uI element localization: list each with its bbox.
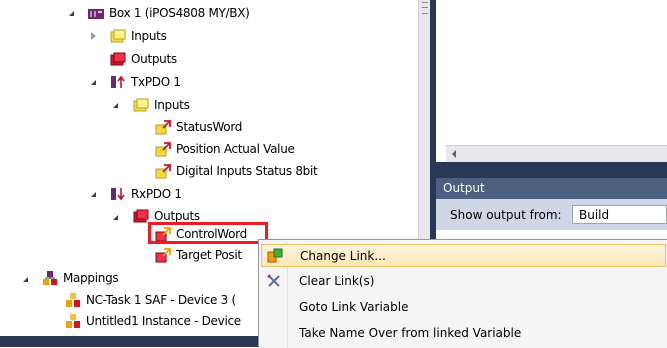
output-panel-title: Output: [443, 181, 485, 195]
menu-item-label: Take Name Over from linked Variable: [299, 326, 522, 340]
txpdo-icon: [110, 74, 126, 90]
menu-item-change-link[interactable]: Change Link...: [261, 244, 666, 267]
tree-node-label: Outputs: [154, 209, 200, 223]
collapse-arrow-icon[interactable]: [88, 189, 98, 199]
tree-node-inputs[interactable]: Inputs: [110, 26, 167, 46]
tree-node-statusword[interactable]: StatusWord: [155, 117, 242, 137]
linked-variable-icon: [155, 119, 171, 135]
tree-node-label: Target Posit: [176, 248, 242, 262]
tree-node-label: Untitled1 Instance - Device: [86, 314, 241, 328]
tree-node-label: Box 1 (iPOS4808 MY/BX): [109, 6, 250, 20]
device-box-icon: [88, 5, 104, 21]
output-toolbar: Show output from: Build: [436, 199, 667, 230]
expand-arrow-icon[interactable]: [88, 31, 98, 41]
tree-node-label: StatusWord: [176, 120, 243, 134]
tree-node-txpdo1[interactable]: TxPDO 1: [110, 72, 181, 92]
mapping-item-icon: [65, 313, 81, 329]
collapse-arrow-icon[interactable]: [20, 274, 30, 284]
tree-node-txpdo-inputs[interactable]: Inputs: [133, 95, 190, 115]
collapse-arrow-icon[interactable]: [110, 212, 120, 222]
tree-node-untitled-instance[interactable]: Untitled1 Instance - Device: [65, 311, 241, 331]
tree-node-digital-inputs-status[interactable]: Digital Inputs Status 8bit: [155, 161, 318, 181]
tree-node-label: Outputs: [131, 52, 177, 66]
tree-node-label: Inputs: [131, 29, 167, 43]
collapse-arrow-icon[interactable]: [110, 100, 120, 110]
tree-node-label: Inputs: [154, 98, 190, 112]
menu-item-clear-links[interactable]: Clear Link(s): [261, 270, 666, 292]
tree-node-label: Digital Inputs Status 8bit: [176, 164, 318, 178]
outputs-folder-icon: [133, 208, 149, 224]
output-panel-header: Output: [436, 178, 667, 199]
scroll-grip-icon: [422, 2, 428, 14]
rxpdo-icon: [110, 186, 126, 202]
mappings-icon: [42, 270, 58, 286]
menu-item-label: Goto Link Variable: [299, 300, 409, 314]
inputs-folder-icon: [133, 97, 149, 113]
linked-variable-icon: [155, 141, 171, 157]
tree-node-label: Mappings: [63, 271, 119, 285]
outputs-folder-icon: [110, 51, 126, 67]
tree-node-label: TxPDO 1: [131, 75, 181, 89]
collapse-arrow-icon[interactable]: [66, 8, 76, 18]
tree-node-target-position[interactable]: Target Posit: [155, 245, 242, 265]
tree-node-position-actual-value[interactable]: Position Actual Value: [155, 139, 295, 159]
change-link-icon: [267, 248, 283, 264]
inputs-folder-icon: [110, 28, 126, 44]
linked-variable-icon: [155, 247, 171, 263]
clear-link-icon: [266, 273, 282, 289]
context-menu: Change Link... Clear Link(s) Goto Link V…: [258, 239, 667, 348]
linked-variable-icon: [155, 163, 171, 179]
scroll-left-arrow-icon[interactable]: [452, 150, 456, 158]
menu-item-label: Clear Link(s): [299, 274, 375, 288]
controlword-highlight-frame: [148, 222, 268, 244]
tree-node-label: NC-Task 1 SAF - Device 3 (: [86, 293, 236, 307]
tree-node-rxpdo1[interactable]: RxPDO 1: [110, 184, 182, 204]
tree-node-label: Position Actual Value: [176, 142, 295, 156]
tree-node-mappings[interactable]: Mappings: [42, 268, 119, 288]
tree-node-outputs[interactable]: Outputs: [110, 49, 177, 69]
output-source-value: Build: [579, 208, 610, 222]
menu-item-take-name-over[interactable]: Take Name Over from linked Variable: [261, 322, 666, 344]
tree-node-label: RxPDO 1: [131, 187, 182, 201]
collapse-arrow-icon[interactable]: [88, 77, 98, 87]
menu-item-goto-link-variable[interactable]: Goto Link Variable: [261, 296, 666, 318]
menu-item-label: Change Link...: [300, 249, 386, 263]
editor-horizontal-scrollbar[interactable]: [446, 145, 667, 163]
mapping-item-icon: [65, 292, 81, 308]
show-output-from-label: Show output from:: [450, 208, 562, 222]
tree-node-nc-task-mapping[interactable]: NC-Task 1 SAF - Device 3 (: [65, 290, 236, 310]
output-source-dropdown[interactable]: Build: [572, 205, 667, 224]
tree-node-box1[interactable]: Box 1 (iPOS4808 MY/BX): [88, 3, 250, 23]
editor-bottom-divider: [436, 162, 667, 178]
